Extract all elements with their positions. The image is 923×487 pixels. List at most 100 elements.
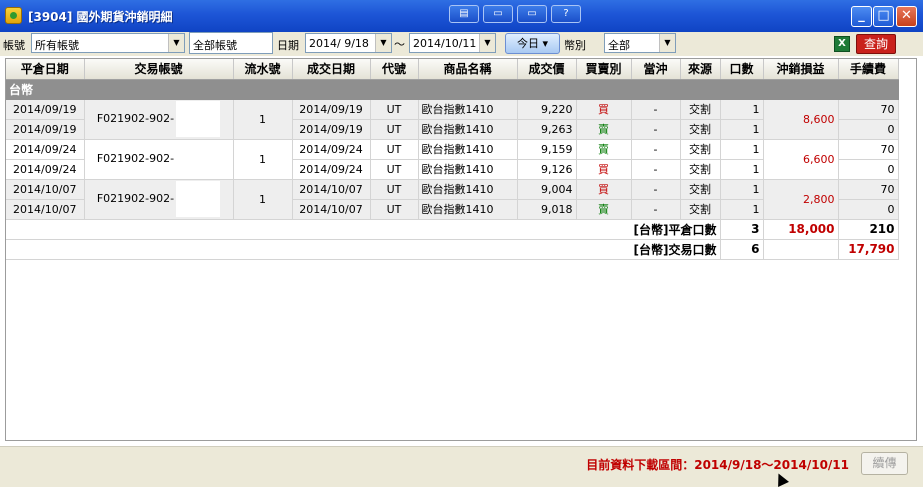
col-header-code[interactable]: 代號 <box>370 59 419 80</box>
date-from-value: 2014/ 9/18 <box>309 37 369 50</box>
fee-cell: 0 <box>838 159 899 180</box>
query-button[interactable]: 查詢 <box>856 34 896 54</box>
code-cell: UT <box>370 199 419 220</box>
window-title-bar[interactable]: [3904] 國外期貨沖銷明細 ▤ ▭ ▭ ? _ □ ✕ <box>0 0 923 32</box>
lots-cell: 1 <box>720 99 764 120</box>
side-cell: 賣 <box>576 119 632 140</box>
col-header-source[interactable]: 來源 <box>680 59 721 80</box>
currency-select-value: 全部 <box>608 39 630 52</box>
masked-area <box>176 181 221 217</box>
currency-group-row[interactable]: 台幣 <box>6 79 899 100</box>
product-cell: 歐台指數1410 <box>418 99 518 120</box>
col-header-price[interactable]: 成交價 <box>517 59 577 80</box>
account-number: F021902-902- <box>96 192 175 205</box>
product-cell: 歐台指數1410 <box>418 139 518 160</box>
code-cell: UT <box>370 139 419 160</box>
date-to-picker[interactable]: 2014/10/11 ▼ <box>409 33 496 53</box>
col-header-side[interactable]: 買賣別 <box>576 59 632 80</box>
product-cell: 歐台指數1410 <box>418 199 518 220</box>
account-label: 帳號 <box>3 39 25 52</box>
daytrade-cell: - <box>631 119 681 140</box>
settlement-table: 平倉日期 交易帳號 流水號 成交日期 代號 商品名稱 成交價 買賣別 當沖 來源… <box>6 59 899 260</box>
daytrade-cell: - <box>631 179 681 200</box>
side-cell: 賣 <box>576 199 632 220</box>
col-header-trade-date[interactable]: 成交日期 <box>292 59 371 80</box>
side-cell: 買 <box>576 99 632 120</box>
today-button[interactable]: 今日 ▾ <box>505 33 560 54</box>
table-row[interactable]: 2014/09/19 F021902-902- 1 2014/09/19 UT … <box>6 99 899 140</box>
summary-label: [台幣]交易口數 <box>6 239 721 260</box>
pnl-cell: 6,600 <box>763 139 839 180</box>
price-cell: 9,004 <box>517 179 577 200</box>
col-header-close-date[interactable]: 平倉日期 <box>6 59 85 80</box>
price-cell: 9,263 <box>517 119 577 140</box>
account-select[interactable]: 所有帳號 ▼ <box>31 33 185 53</box>
settlement-grid[interactable]: 平倉日期 交易帳號 流水號 成交日期 代號 商品名稱 成交價 買賣別 當沖 來源… <box>5 58 917 441</box>
daytrade-cell: - <box>631 139 681 160</box>
col-header-pnl[interactable]: 沖銷損益 <box>763 59 839 80</box>
code-cell: UT <box>370 159 419 180</box>
lots-cell: 1 <box>720 179 764 200</box>
lots-cell: 1 <box>720 199 764 220</box>
chevron-down-icon[interactable]: ▼ <box>375 34 391 52</box>
summary-lots: 3 <box>720 219 764 240</box>
product-cell: 歐台指數1410 <box>418 159 518 180</box>
account-select-value: 所有帳號 <box>35 39 79 52</box>
download-range-message: 目前資料下載區間：2014/9/18～2014/10/11 <box>586 458 849 472</box>
code-cell: UT <box>370 179 419 200</box>
close-date-cell: 2014/09/24 <box>6 159 85 180</box>
pnl-cell: 8,600 <box>763 99 839 140</box>
help-icon[interactable]: ? <box>551 5 581 23</box>
source-cell: 交割 <box>680 119 721 140</box>
close-date-cell: 2014/10/07 <box>6 179 85 200</box>
code-cell: UT <box>370 119 419 140</box>
excel-export-icon[interactable]: X <box>834 36 850 52</box>
col-header-lots[interactable]: 口數 <box>720 59 764 80</box>
source-cell: 交割 <box>680 159 721 180</box>
masked-area <box>176 141 221 177</box>
layout-tool-icon[interactable]: ▤ <box>449 5 479 23</box>
masked-area <box>176 101 221 137</box>
table-row[interactable]: 2014/09/24 F021902-902- 1 2014/09/24 UT … <box>6 139 899 180</box>
date-separator: ～ <box>394 38 405 51</box>
source-cell: 交割 <box>680 139 721 160</box>
summary-pnl <box>763 239 839 260</box>
product-cell: 歐台指數1410 <box>418 119 518 140</box>
window-title: [3904] 國外期貨沖銷明細 <box>28 10 173 24</box>
side-cell: 買 <box>576 179 632 200</box>
maximize-button[interactable]: □ <box>873 6 894 27</box>
price-cell: 9,220 <box>517 99 577 120</box>
fee-cell: 70 <box>838 179 899 200</box>
col-header-fee[interactable]: 手續費 <box>838 59 899 80</box>
currency-label: 幣別 <box>564 39 586 52</box>
fee-cell: 0 <box>838 199 899 220</box>
table-row[interactable]: 2014/10/07 F021902-902- 1 2014/10/07 UT … <box>6 179 899 220</box>
price-cell: 9,159 <box>517 139 577 160</box>
daytrade-cell: - <box>631 99 681 120</box>
currency-group-label: 台幣 <box>6 79 899 100</box>
date-label: 日期 <box>277 39 299 52</box>
minimize-button[interactable]: _ <box>851 6 872 27</box>
currency-select[interactable]: 全部 ▼ <box>604 33 676 53</box>
close-button[interactable]: ✕ <box>896 6 917 27</box>
chevron-down-icon[interactable]: ▼ <box>168 34 184 52</box>
summary-fee: 210 <box>838 219 899 240</box>
col-header-product[interactable]: 商品名稱 <box>418 59 518 80</box>
account-textbox[interactable]: 全部帳號 <box>189 32 273 54</box>
summary-row-traded-lots: [台幣]交易口數 6 17,790 <box>6 239 899 260</box>
link-tool-icon[interactable]: ▭ <box>517 5 547 23</box>
col-header-daytrade[interactable]: 當沖 <box>631 59 681 80</box>
account-cell: F021902-902- <box>84 139 234 180</box>
window-tool-icon[interactable]: ▭ <box>483 5 513 23</box>
daytrade-cell: - <box>631 199 681 220</box>
date-from-picker[interactable]: 2014/ 9/18 ▼ <box>305 33 392 53</box>
summary-row-closed-lots: [台幣]平倉口數 3 18,000 210 <box>6 219 899 240</box>
serial-cell: 1 <box>233 139 293 180</box>
chevron-down-icon[interactable]: ▼ <box>659 34 675 52</box>
continue-download-button[interactable]: 續傳 <box>861 452 908 475</box>
side-cell: 買 <box>576 159 632 180</box>
col-header-serial[interactable]: 流水號 <box>233 59 293 80</box>
col-header-account[interactable]: 交易帳號 <box>84 59 234 80</box>
code-cell: UT <box>370 99 419 120</box>
chevron-down-icon[interactable]: ▼ <box>479 34 495 52</box>
